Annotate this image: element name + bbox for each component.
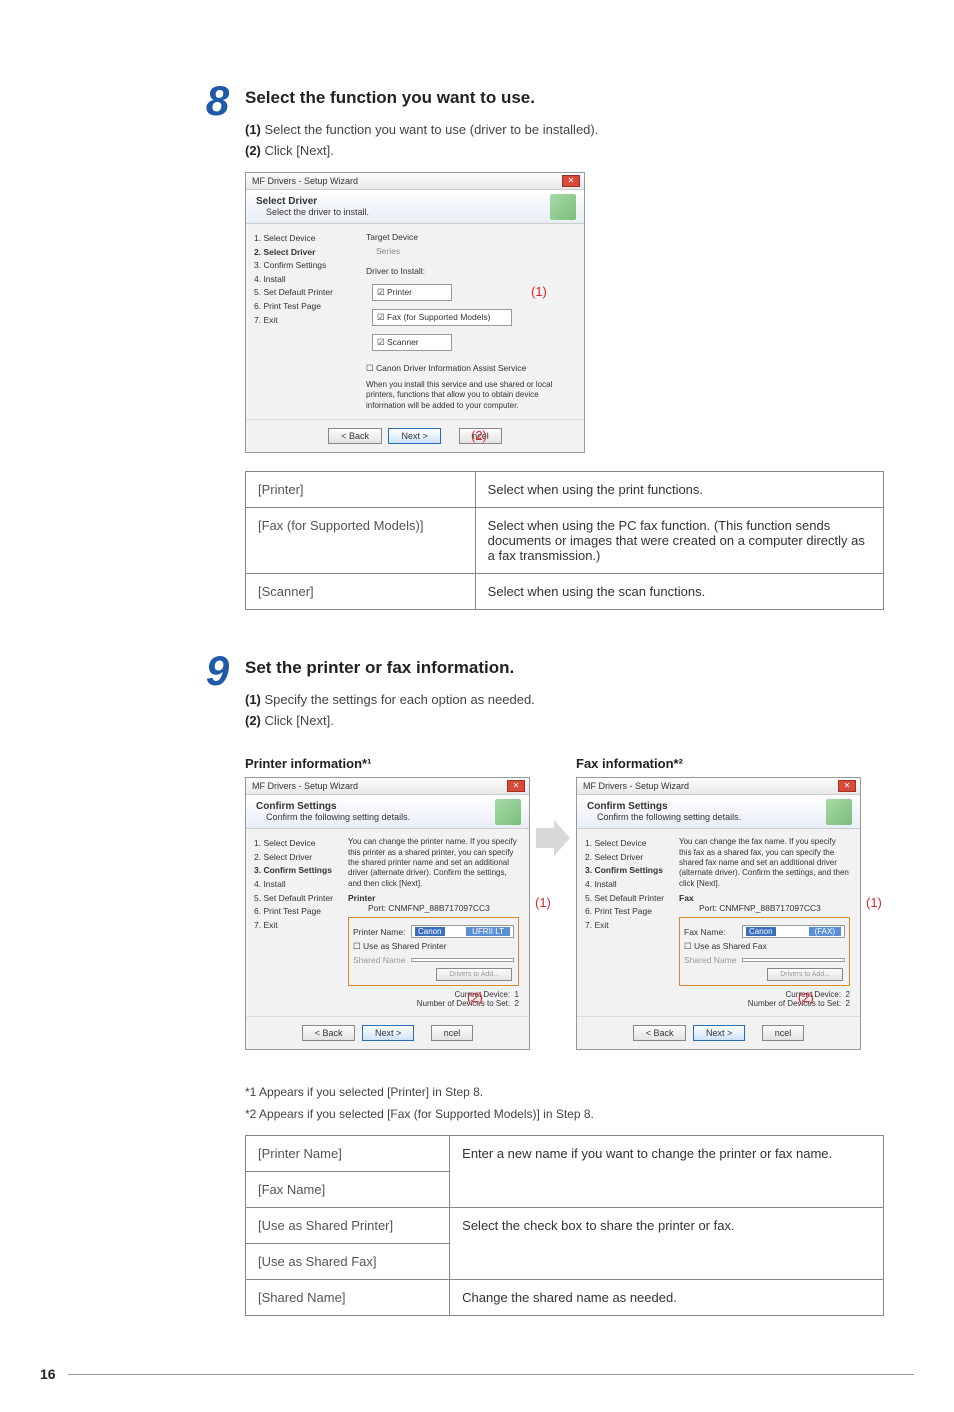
step-number-9: 9 [190, 650, 245, 692]
step-9-title: Set the printer or fax information. [245, 658, 884, 678]
port-label: Port: CNMFNP_88B717097CC3 [699, 903, 850, 913]
table-row: [Use as Shared Printer]Select the check … [246, 1208, 884, 1244]
footnotes: *1 Appears if you selected [Printer] in … [245, 1082, 884, 1125]
shared-name-input [742, 958, 845, 962]
step-9-sub1: (1) Specify the settings for each option… [245, 692, 884, 707]
target-device-label: Target Device [366, 232, 574, 242]
confirm-settings-fax-dialog: MF Drivers - Setup Wizard ✕ Confirm Sett… [576, 777, 861, 1050]
dialog-header: Confirm Settings [587, 801, 668, 812]
dialog-title: MF Drivers - Setup Wizard [583, 781, 689, 791]
footer-line [68, 1374, 914, 1375]
intro-text: You can change the fax name. If you spec… [679, 837, 850, 889]
close-icon[interactable]: ✕ [562, 175, 580, 187]
dialog-header: Select Driver [256, 196, 317, 207]
table-row: [Printer Name]Enter a new name if you wa… [246, 1136, 884, 1172]
table-row: [Printer]Select when using the print fun… [246, 472, 884, 508]
back-button[interactable]: < Back [328, 428, 382, 444]
next-button[interactable]: Next > [362, 1025, 414, 1041]
cancel-button[interactable]: ncel [762, 1025, 805, 1041]
select-driver-dialog: MF Drivers - Setup Wizard ✕ Select Drive… [245, 172, 585, 453]
shared-name-input [411, 958, 514, 962]
annotation-2: (2) [471, 428, 487, 443]
dialog-title: MF Drivers - Setup Wizard [252, 176, 358, 186]
dialog-subheader: Confirm the following setting details. [266, 812, 519, 822]
dialog-header: Confirm Settings [256, 801, 337, 812]
use-shared-fax-checkbox[interactable]: ☐ Use as Shared Fax [684, 941, 845, 952]
step-8-title: Select the function you want to use. [245, 88, 884, 108]
drivers-add-button: Drivers to Add... [767, 968, 843, 981]
footnote-1: *1 Appears if you selected [Printer] in … [245, 1082, 884, 1104]
annotation-1: (1) [535, 895, 551, 910]
next-button[interactable]: Next > [693, 1025, 745, 1041]
annotation-2: (2) [467, 990, 483, 1005]
printer-checkbox[interactable]: ☑ Printer [372, 284, 452, 301]
table-row: [Scanner]Select when using the scan func… [246, 574, 884, 610]
use-shared-printer-checkbox[interactable]: ☐ Use as Shared Printer [353, 941, 514, 952]
shared-name-label: Shared Name [353, 955, 411, 965]
confirm-settings-printer-dialog: MF Drivers - Setup Wizard ✕ Confirm Sett… [245, 777, 530, 1050]
step-8-sub2: (2) Click [Next]. [245, 143, 884, 158]
next-button[interactable]: Next > [388, 428, 440, 444]
table-row: [Fax (for Supported Models)]Select when … [246, 508, 884, 574]
wizard-logo-icon [495, 799, 521, 825]
port-label: Port: CNMFNP_88B717097CC3 [368, 903, 519, 913]
dialog-subheader: Confirm the following setting details. [597, 812, 850, 822]
fax-info-heading: Fax information*² [576, 756, 861, 771]
target-series: Series [376, 246, 574, 256]
cancel-button[interactable]: ncel [431, 1025, 474, 1041]
printer-info-heading: Printer information*¹ [245, 756, 530, 771]
fax-name-input[interactable]: Canon (FAX) [742, 925, 845, 938]
wizard-steps-list: 1. Select Device 2. Select Driver 3. Con… [246, 829, 338, 1016]
kind-label: Fax [679, 893, 850, 903]
printer-name-input[interactable]: Canon UFRII LT [411, 925, 514, 938]
scanner-checkbox[interactable]: ☑ Scanner [372, 334, 452, 351]
wizard-steps-list: 1. Select Device 2. Select Driver 3. Con… [246, 224, 356, 419]
dialog-subheader: Select the driver to install. [266, 207, 574, 217]
assist-service-checkbox[interactable]: ☐ Canon Driver Information Assist Servic… [366, 363, 574, 374]
page-number: 16 [40, 1366, 56, 1382]
settings-table: [Printer Name]Enter a new name if you wa… [245, 1135, 884, 1316]
kind-label: Printer [348, 893, 519, 903]
close-icon[interactable]: ✕ [838, 780, 856, 792]
intro-text: You can change the printer name. If you … [348, 837, 519, 889]
fax-checkbox[interactable]: ☑ Fax (for Supported Models) [372, 309, 512, 326]
step-9: 9 Set the printer or fax information. (1… [190, 650, 884, 1316]
back-button[interactable]: < Back [302, 1025, 356, 1041]
annotation-2: (2) [798, 990, 814, 1005]
step-number-8: 8 [190, 80, 245, 122]
close-icon[interactable]: ✕ [507, 780, 525, 792]
fax-name-row: Fax Name: Canon (FAX) [684, 925, 845, 938]
arrow-icon [536, 818, 570, 858]
step-8: 8 Select the function you want to use. (… [190, 80, 884, 610]
step-8-sub1: (1) Select the function you want to use … [245, 122, 884, 137]
wizard-steps-list: 1. Select Device 2. Select Driver 3. Con… [577, 829, 669, 1016]
step-9-sub2: (2) Click [Next]. [245, 713, 884, 728]
dialog-pair: Printer information*¹ MF Drivers - Setup… [245, 738, 884, 1068]
driver-install-label: Driver to Install: [366, 266, 574, 276]
drivers-add-button: Drivers to Add... [436, 968, 512, 981]
page-footer: 16 [0, 1366, 954, 1382]
printer-name-row: Printer Name: Canon UFRII LT [353, 925, 514, 938]
shared-name-label: Shared Name [684, 955, 742, 965]
functions-table: [Printer]Select when using the print fun… [245, 471, 884, 610]
dialog-title: MF Drivers - Setup Wizard [252, 781, 358, 791]
wizard-logo-icon [550, 194, 576, 220]
assist-service-desc: When you install this service and use sh… [366, 380, 574, 411]
wizard-logo-icon [826, 799, 852, 825]
footnote-2: *2 Appears if you selected [Fax (for Sup… [245, 1104, 884, 1126]
table-row: [Shared Name]Change the shared name as n… [246, 1280, 884, 1316]
annotation-1: (1) [531, 284, 547, 299]
back-button[interactable]: < Back [633, 1025, 687, 1041]
annotation-1: (1) [866, 895, 882, 910]
